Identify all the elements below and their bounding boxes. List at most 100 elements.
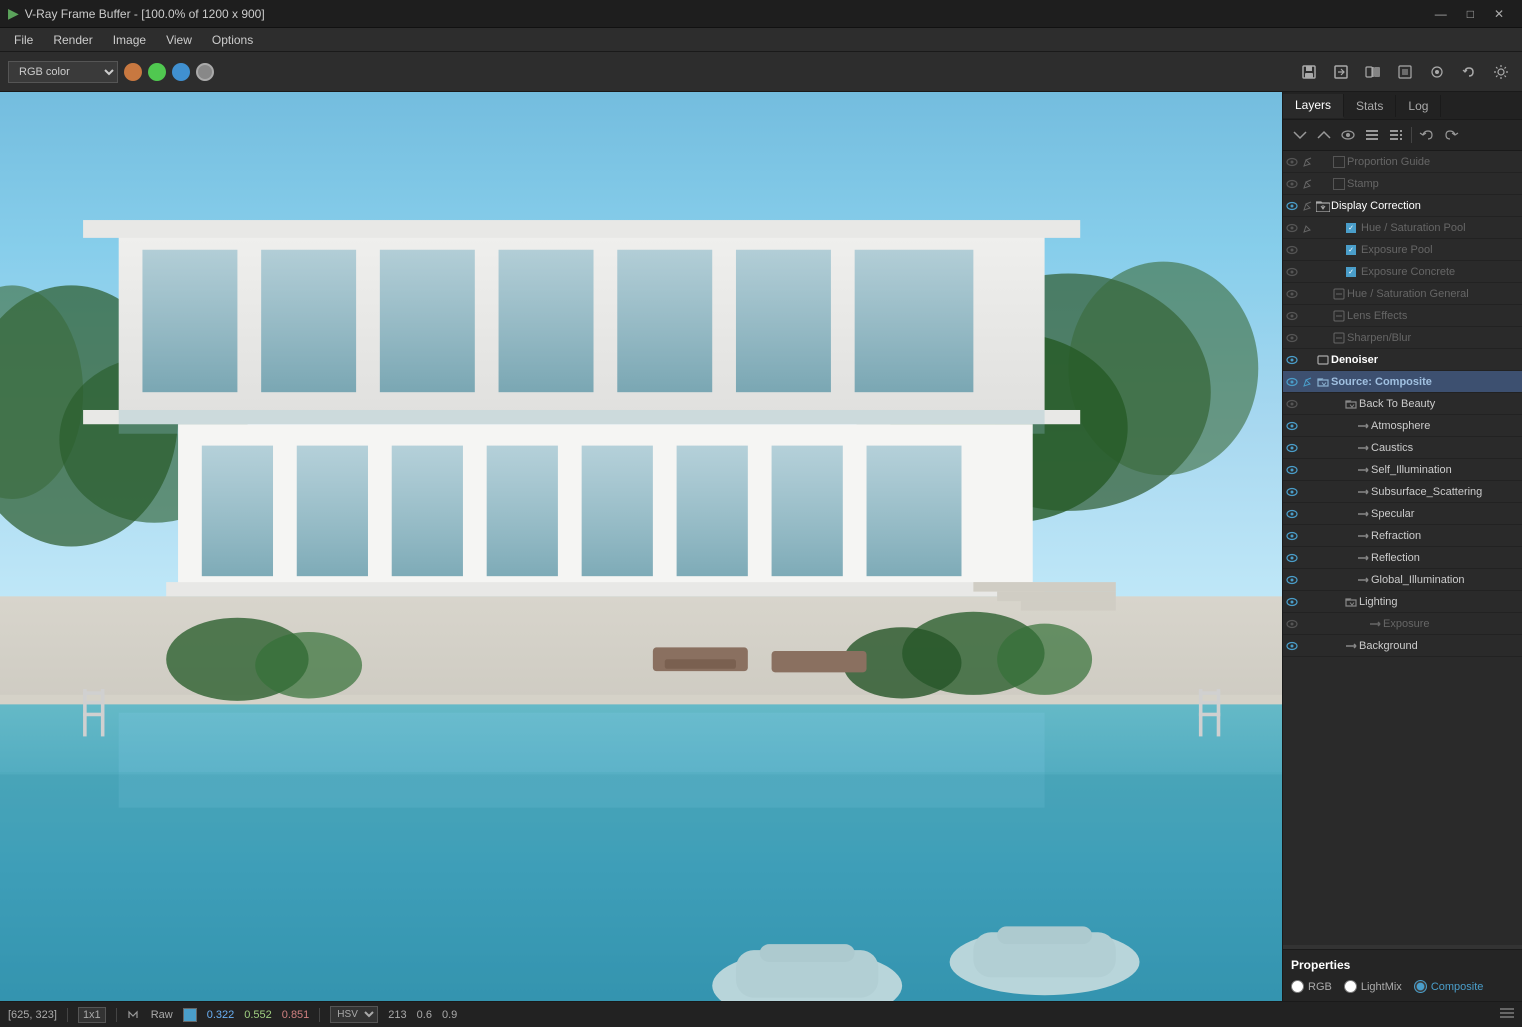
color-swatch-4[interactable] xyxy=(196,63,214,81)
layer-vis-atmosphere[interactable] xyxy=(1283,415,1301,437)
layer-item-denoiser[interactable]: Denoiser xyxy=(1283,349,1522,371)
global-illumination-label: Global_Illumination xyxy=(1371,574,1518,586)
layer-list-btn[interactable] xyxy=(1385,124,1407,146)
layer-item-global-illumination[interactable]: Global_Illumination xyxy=(1283,569,1522,591)
region-icon[interactable] xyxy=(1392,59,1418,85)
layer-item-lens-effects[interactable]: Lens Effects xyxy=(1283,305,1522,327)
layer-vis-source-composite[interactable] xyxy=(1283,371,1301,393)
layer-vis-caustics[interactable] xyxy=(1283,437,1301,459)
prop-rgb-radio[interactable] xyxy=(1291,980,1304,993)
status-color-swatch xyxy=(183,1008,197,1022)
layer-vis-lighting[interactable] xyxy=(1283,591,1301,613)
status-colormode-select[interactable]: HSV HSL RGB xyxy=(330,1006,378,1023)
maximize-button[interactable]: □ xyxy=(1457,7,1484,21)
layer-edit-caustics xyxy=(1301,437,1315,459)
save-icon[interactable] xyxy=(1296,59,1322,85)
layer-mode-btn[interactable] xyxy=(1361,124,1383,146)
layer-edit-denoiser xyxy=(1301,349,1315,371)
menu-file[interactable]: File xyxy=(4,31,43,49)
layer-item-caustics[interactable]: Caustics xyxy=(1283,437,1522,459)
layer-item-self-illumination[interactable]: Self_Illumination xyxy=(1283,459,1522,481)
layer-vis-hue-sat-general[interactable] xyxy=(1283,283,1301,305)
color-mode-select[interactable]: RGB color Alpha Luminance xyxy=(8,61,118,83)
layer-item-background[interactable]: Background xyxy=(1283,635,1522,657)
menu-render[interactable]: Render xyxy=(43,31,102,49)
layer-item-lighting[interactable]: Lighting xyxy=(1283,591,1522,613)
layer-item-exposure-pool[interactable]: ✓ Exposure Pool xyxy=(1283,239,1522,261)
prop-lightmix-radio[interactable] xyxy=(1344,980,1357,993)
layer-item-source-composite[interactable]: Source: Composite xyxy=(1283,371,1522,393)
hue-sat-pool-label: Hue / Saturation Pool xyxy=(1359,222,1518,234)
lighting-label: Lighting xyxy=(1359,596,1518,608)
stamp-type-icon xyxy=(1331,173,1347,195)
minimize-button[interactable]: — xyxy=(1425,7,1457,21)
track-icon[interactable] xyxy=(1424,59,1450,85)
compare-icon[interactable] xyxy=(1360,59,1386,85)
prop-composite-radio[interactable] xyxy=(1414,980,1427,993)
menu-view[interactable]: View xyxy=(156,31,202,49)
layer-vis-background[interactable] xyxy=(1283,635,1301,657)
undo-icon[interactable] xyxy=(1456,59,1482,85)
color-swatch-2[interactable] xyxy=(148,63,166,81)
status-settings-icon[interactable] xyxy=(1500,1006,1514,1023)
layer-vis-exposure[interactable] xyxy=(1283,613,1301,635)
layer-item-proportion-guide[interactable]: Proportion Guide xyxy=(1283,151,1522,173)
close-button[interactable]: ✕ xyxy=(1484,7,1514,21)
layer-vis-subsurface-scattering[interactable] xyxy=(1283,481,1301,503)
layer-item-specular[interactable]: Specular xyxy=(1283,503,1522,525)
prop-composite-option[interactable]: Composite xyxy=(1414,980,1484,993)
display-correction-folder-icon xyxy=(1315,195,1331,217)
layer-redo-btn[interactable] xyxy=(1440,124,1462,146)
layer-vis-reflection[interactable] xyxy=(1283,547,1301,569)
layer-list[interactable]: Proportion Guide Stamp xyxy=(1283,151,1522,945)
layer-vis-global-illumination[interactable] xyxy=(1283,569,1301,591)
layer-vis-back-to-beauty[interactable] xyxy=(1283,393,1301,415)
layer-item-refraction[interactable]: Refraction xyxy=(1283,525,1522,547)
layer-vis-sharpen-blur[interactable] xyxy=(1283,327,1301,349)
menu-image[interactable]: Image xyxy=(103,31,156,49)
stamp-label: Stamp xyxy=(1347,178,1518,190)
layer-vis-refraction[interactable] xyxy=(1283,525,1301,547)
render-image xyxy=(0,92,1282,1001)
layer-move-up-btn[interactable] xyxy=(1313,124,1335,146)
layer-vis-denoiser[interactable] xyxy=(1283,349,1301,371)
source-composite-folder-icon xyxy=(1315,371,1331,393)
layer-vis-proportion-guide[interactable] xyxy=(1283,151,1301,173)
layer-item-display-correction[interactable]: Display Correction xyxy=(1283,195,1522,217)
image-viewport[interactable] xyxy=(0,92,1282,1001)
proportion-guide-label: Proportion Guide xyxy=(1347,156,1518,168)
layer-item-hue-sat-pool[interactable]: ✓ Hue / Saturation Pool xyxy=(1283,217,1522,239)
tab-layers[interactable]: Layers xyxy=(1283,94,1344,118)
menu-options[interactable]: Options xyxy=(202,31,263,49)
prop-rgb-option[interactable]: RGB xyxy=(1291,980,1332,993)
layer-item-stamp[interactable]: Stamp xyxy=(1283,173,1522,195)
layer-item-reflection[interactable]: Reflection xyxy=(1283,547,1522,569)
layer-vis-stamp[interactable] xyxy=(1283,173,1301,195)
layer-visibility-btn[interactable] xyxy=(1337,124,1359,146)
layer-item-atmosphere[interactable]: Atmosphere xyxy=(1283,415,1522,437)
layer-item-sharpen-blur[interactable]: Sharpen/Blur xyxy=(1283,327,1522,349)
color-swatch-3[interactable] xyxy=(172,63,190,81)
toolbar: RGB color Alpha Luminance xyxy=(0,52,1522,92)
load-icon[interactable] xyxy=(1328,59,1354,85)
layer-vis-specular[interactable] xyxy=(1283,503,1301,525)
layer-vis-hue-sat-pool[interactable] xyxy=(1283,217,1301,239)
layer-item-hue-sat-general[interactable]: Hue / Saturation General xyxy=(1283,283,1522,305)
layer-vis-self-illumination[interactable] xyxy=(1283,459,1301,481)
layer-item-exposure-concrete[interactable]: ✓ Exposure Concrete xyxy=(1283,261,1522,283)
layer-item-exposure[interactable]: Exposure xyxy=(1283,613,1522,635)
layer-item-subsurface-scattering[interactable]: Subsurface_Scattering xyxy=(1283,481,1522,503)
layer-move-down-btn[interactable] xyxy=(1289,124,1311,146)
settings-icon[interactable] xyxy=(1488,59,1514,85)
tab-stats[interactable]: Stats xyxy=(1344,95,1396,117)
layer-item-back-to-beauty[interactable]: Back To Beauty xyxy=(1283,393,1522,415)
layer-vis-display-correction[interactable] xyxy=(1283,195,1301,217)
color-swatch-1[interactable] xyxy=(124,63,142,81)
layer-vis-lens-effects[interactable] xyxy=(1283,305,1301,327)
tab-log[interactable]: Log xyxy=(1396,95,1441,117)
prop-lightmix-option[interactable]: LightMix xyxy=(1344,980,1402,993)
sharpen-blur-type-icon xyxy=(1331,327,1347,349)
layer-undo-btn[interactable] xyxy=(1416,124,1438,146)
layer-vis-exposure-pool[interactable] xyxy=(1283,239,1301,261)
layer-vis-exposure-concrete[interactable] xyxy=(1283,261,1301,283)
